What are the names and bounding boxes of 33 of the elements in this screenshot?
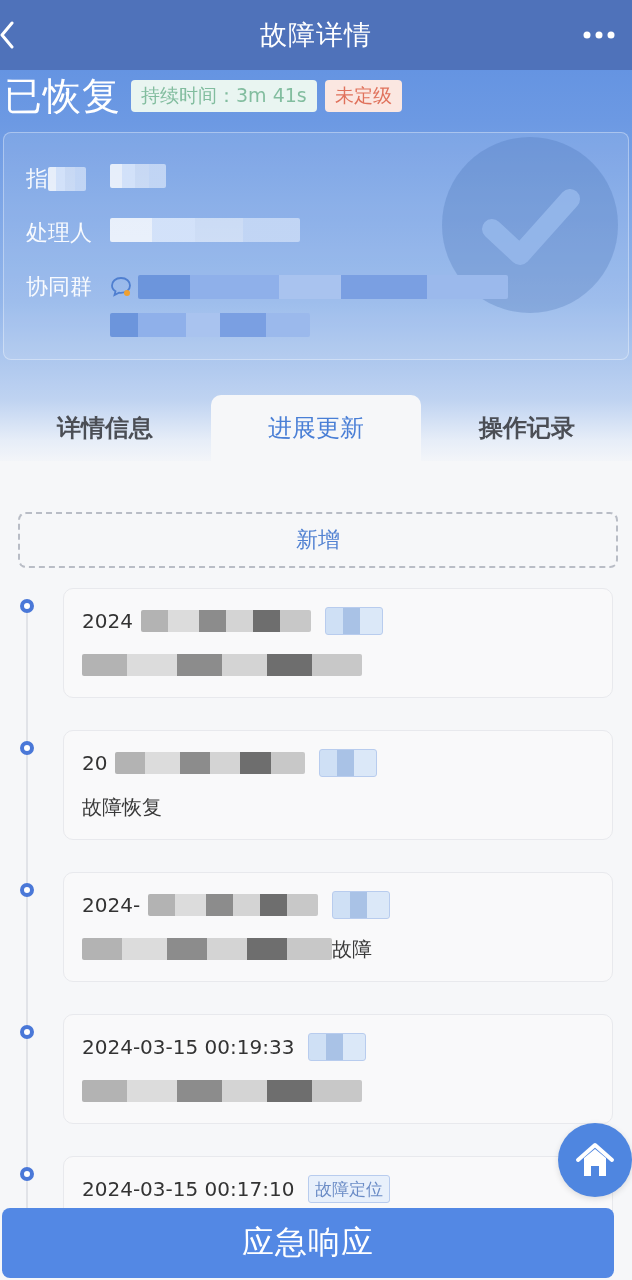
back-icon [0,21,14,49]
home-icon [575,1142,615,1178]
more-button[interactable] [583,31,615,39]
field-label: 指 [26,165,48,193]
duration-badge: 持续时间：3m 41s [131,80,317,112]
level-badge: 未定级 [324,80,402,112]
status-title: 已恢复 [4,72,121,120]
update-time: 2024- [82,893,141,917]
tab[interactable]: 操作记录 [421,395,632,461]
update-note: 故障 [332,935,372,963]
home-button[interactable] [558,1123,632,1197]
update-time: 2024 [82,609,133,633]
more-icon [583,31,615,39]
timeline-dot-icon [20,741,34,755]
add-update-button[interactable]: 新增 [18,512,618,568]
update-time: 2024-03-15 00:17:10 [82,1177,295,1201]
chat-bubble-icon [110,276,132,298]
timeline-dot-icon [20,599,34,613]
field-label: 处理人 [26,219,92,247]
tab[interactable]: 详情信息 [0,395,211,461]
timeline-dot-icon [20,1167,34,1181]
field-label: 协同群 [26,273,92,301]
back-button[interactable] [0,21,14,49]
update-tag: 故障定位 [308,1175,391,1203]
page-title: 故障详情 [260,18,372,52]
update-time: 20 [82,751,108,775]
update-time: 2024-03-15 00:19:33 [82,1035,295,1059]
timeline-dot-icon [20,883,34,897]
update-note: 故障恢复 [82,793,162,821]
emergency-response-button[interactable]: 应急响应 [2,1208,614,1278]
checkmark-circle-icon [442,137,618,313]
tab[interactable]: 进展更新 [210,395,422,461]
timeline-dot-icon [20,1025,34,1039]
